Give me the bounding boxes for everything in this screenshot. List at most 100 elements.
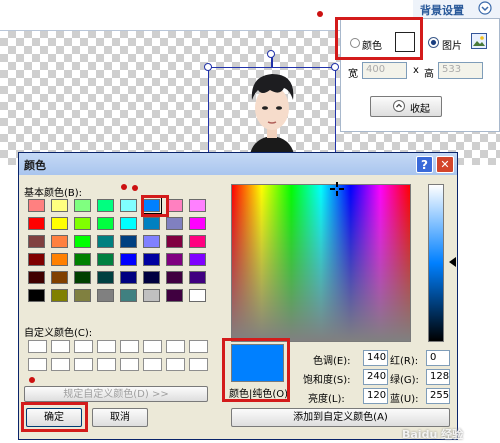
settings-tab-label: 背景设置 [420, 4, 464, 17]
basic-color-swatch[interactable] [189, 199, 206, 212]
luminance-input[interactable]: 120 [363, 388, 388, 404]
red-label: 红(R): [390, 356, 419, 367]
red-input[interactable]: 0 [426, 350, 450, 366]
basic-color-swatch[interactable] [51, 235, 68, 248]
basic-color-swatch[interactable] [143, 217, 160, 230]
basic-color-swatch[interactable] [120, 199, 137, 212]
custom-color-slot[interactable] [51, 358, 70, 371]
custom-color-slot[interactable] [143, 358, 162, 371]
basic-color-swatch[interactable] [28, 289, 45, 302]
highlight-box-preview [222, 338, 290, 402]
basic-color-swatch[interactable] [28, 217, 45, 230]
custom-color-slot[interactable] [166, 358, 185, 371]
basic-color-swatch[interactable] [166, 271, 183, 284]
basic-color-swatch[interactable] [74, 271, 91, 284]
help-icon: ? [421, 158, 428, 172]
basic-color-swatch[interactable] [143, 289, 160, 302]
hue-input[interactable]: 140 [363, 350, 388, 366]
rotate-handle[interactable] [267, 50, 275, 58]
hue-value: 140 [367, 352, 387, 363]
green-input[interactable]: 128 [426, 369, 450, 385]
picture-icon[interactable] [471, 33, 487, 49]
custom-color-slot[interactable] [28, 340, 47, 353]
define-custom-color-label: 规定自定义颜色(D) >> [63, 389, 169, 400]
height-input[interactable]: 533 [438, 62, 483, 79]
basic-color-swatch[interactable] [189, 235, 206, 248]
saturation-input[interactable]: 240 [363, 369, 388, 385]
custom-color-slot[interactable] [97, 358, 116, 371]
custom-color-slot[interactable] [28, 358, 47, 371]
basic-color-swatch[interactable] [51, 199, 68, 212]
basic-color-swatch[interactable] [74, 289, 91, 302]
basic-color-swatch[interactable] [189, 217, 206, 230]
basic-color-swatch[interactable] [166, 289, 183, 302]
help-button[interactable]: ? [416, 156, 433, 173]
dialog-title-bar [19, 153, 457, 175]
basic-color-swatch[interactable] [28, 253, 45, 266]
basic-color-swatch[interactable] [51, 253, 68, 266]
custom-color-slot[interactable] [74, 340, 93, 353]
basic-color-swatch[interactable] [51, 289, 68, 302]
custom-color-slot[interactable] [189, 340, 208, 353]
basic-color-swatch[interactable] [189, 289, 206, 302]
width-input[interactable]: 400 [362, 62, 407, 79]
custom-color-slot[interactable] [97, 340, 116, 353]
basic-color-swatch[interactable] [143, 271, 160, 284]
basic-color-swatch[interactable] [51, 217, 68, 230]
basic-color-swatch[interactable] [28, 199, 45, 212]
blue-input[interactable]: 255 [426, 388, 450, 404]
basic-color-swatch[interactable] [120, 289, 137, 302]
basic-color-swatch[interactable] [74, 235, 91, 248]
basic-color-swatch[interactable] [74, 253, 91, 266]
spectrum-crosshair-icon [330, 182, 344, 196]
basic-color-swatch[interactable] [97, 289, 114, 302]
custom-color-slot[interactable] [120, 358, 139, 371]
width-placeholder: 400 [366, 64, 386, 75]
basic-color-swatch[interactable] [28, 235, 45, 248]
color-spectrum[interactable] [231, 184, 411, 342]
custom-color-slot[interactable] [189, 358, 208, 371]
basic-color-swatch[interactable] [189, 253, 206, 266]
custom-color-slot[interactable] [120, 340, 139, 353]
custom-color-slot[interactable] [143, 340, 162, 353]
basic-color-swatch[interactable] [97, 235, 114, 248]
basic-color-swatch[interactable] [120, 271, 137, 284]
custom-color-grid [28, 340, 218, 376]
luminance-slider[interactable] [428, 184, 444, 342]
custom-color-slot[interactable] [166, 340, 185, 353]
basic-color-swatch[interactable] [120, 253, 137, 266]
basic-color-swatch[interactable] [166, 235, 183, 248]
collapse-label: 收起 [410, 104, 430, 115]
annotation-dot [121, 184, 127, 190]
basic-color-swatch[interactable] [97, 217, 114, 230]
basic-color-swatch[interactable] [51, 271, 68, 284]
annotation-dot [317, 11, 323, 17]
basic-color-swatch[interactable] [74, 199, 91, 212]
chevron-down-icon[interactable] [478, 1, 492, 15]
custom-color-slot[interactable] [51, 340, 70, 353]
close-button[interactable]: ✕ [436, 156, 454, 173]
resize-handle-top-left[interactable] [204, 63, 212, 71]
basic-color-swatch[interactable] [120, 217, 137, 230]
image-option-radio[interactable] [428, 37, 439, 48]
basic-color-swatch[interactable] [28, 271, 45, 284]
basic-color-swatch[interactable] [166, 217, 183, 230]
custom-color-slot[interactable] [74, 358, 93, 371]
luminance-arrow-icon[interactable] [449, 257, 456, 267]
basic-color-swatch[interactable] [97, 253, 114, 266]
red-value: 0 [430, 352, 437, 363]
basic-color-swatch[interactable] [166, 253, 183, 266]
resize-handle-top-right[interactable] [331, 63, 339, 71]
basic-color-swatch[interactable] [97, 271, 114, 284]
add-to-custom-button[interactable]: 添加到自定义颜色(A) [231, 408, 450, 427]
times-sign: x [413, 65, 419, 76]
collapse-button[interactable] [370, 96, 442, 117]
basic-color-swatch[interactable] [74, 217, 91, 230]
basic-color-swatch[interactable] [120, 235, 137, 248]
highlight-box-ok [21, 402, 88, 432]
cancel-button[interactable]: 取消 [92, 408, 148, 427]
basic-color-swatch[interactable] [143, 235, 160, 248]
basic-color-swatch[interactable] [143, 253, 160, 266]
basic-color-swatch[interactable] [189, 271, 206, 284]
basic-color-swatch[interactable] [97, 199, 114, 212]
